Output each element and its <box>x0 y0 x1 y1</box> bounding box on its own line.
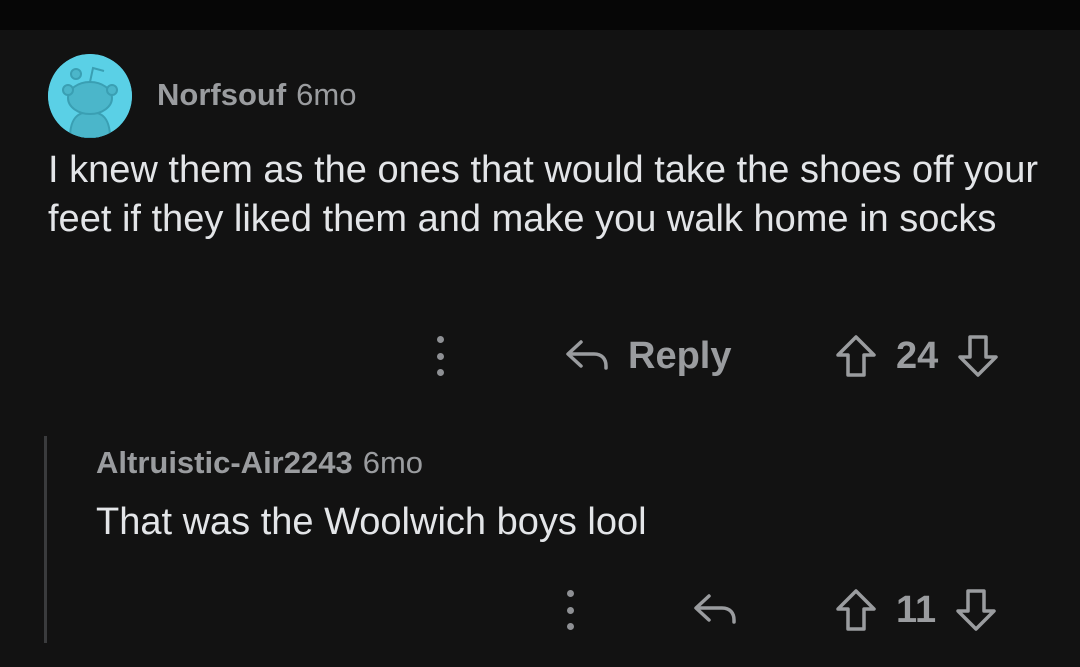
user-avatar[interactable] <box>48 54 132 138</box>
reply-label: Reply <box>628 334 732 377</box>
upvote-arrow-icon[interactable] <box>834 333 878 379</box>
reply-more-options-button[interactable] <box>560 590 580 630</box>
reply-age: 6mo <box>362 445 424 480</box>
reply-button[interactable]: Reply <box>564 332 731 380</box>
reply-arrow-icon <box>694 594 736 624</box>
reply-body: That was the Woolwich boys lool <box>96 501 647 543</box>
comment-thread: Norfsouf 6mo I knew them as the ones that… <box>0 30 1080 667</box>
top-bar <box>0 0 1080 30</box>
comment-meta: Norfsouf 6mo <box>157 76 356 114</box>
comment-author[interactable]: Norfsouf <box>157 77 286 112</box>
comment-body: I knew them as the ones that would take … <box>48 149 1039 240</box>
reply-arrow-icon <box>566 340 608 370</box>
thread-line[interactable] <box>44 436 47 643</box>
vote-controls: 24 <box>834 332 1000 380</box>
comment-age: 6mo <box>296 77 357 112</box>
upvote-arrow-icon[interactable] <box>834 587 878 633</box>
reply-reply-button[interactable] <box>692 586 738 634</box>
reply-score: 11 <box>896 588 937 631</box>
reply-meta: Altruistic-Air2243 6mo <box>96 444 423 482</box>
more-vertical-icon <box>430 336 450 376</box>
downvote-arrow-icon[interactable] <box>954 587 998 633</box>
more-vertical-icon <box>560 590 580 630</box>
reply-author[interactable]: Altruistic-Air2243 <box>96 445 353 480</box>
snoo-avatar-icon <box>48 54 132 138</box>
reply-vote-controls: 11 <box>834 586 998 634</box>
downvote-arrow-icon[interactable] <box>956 333 1000 379</box>
more-options-button[interactable] <box>430 336 450 376</box>
comment-score: 24 <box>896 334 939 377</box>
